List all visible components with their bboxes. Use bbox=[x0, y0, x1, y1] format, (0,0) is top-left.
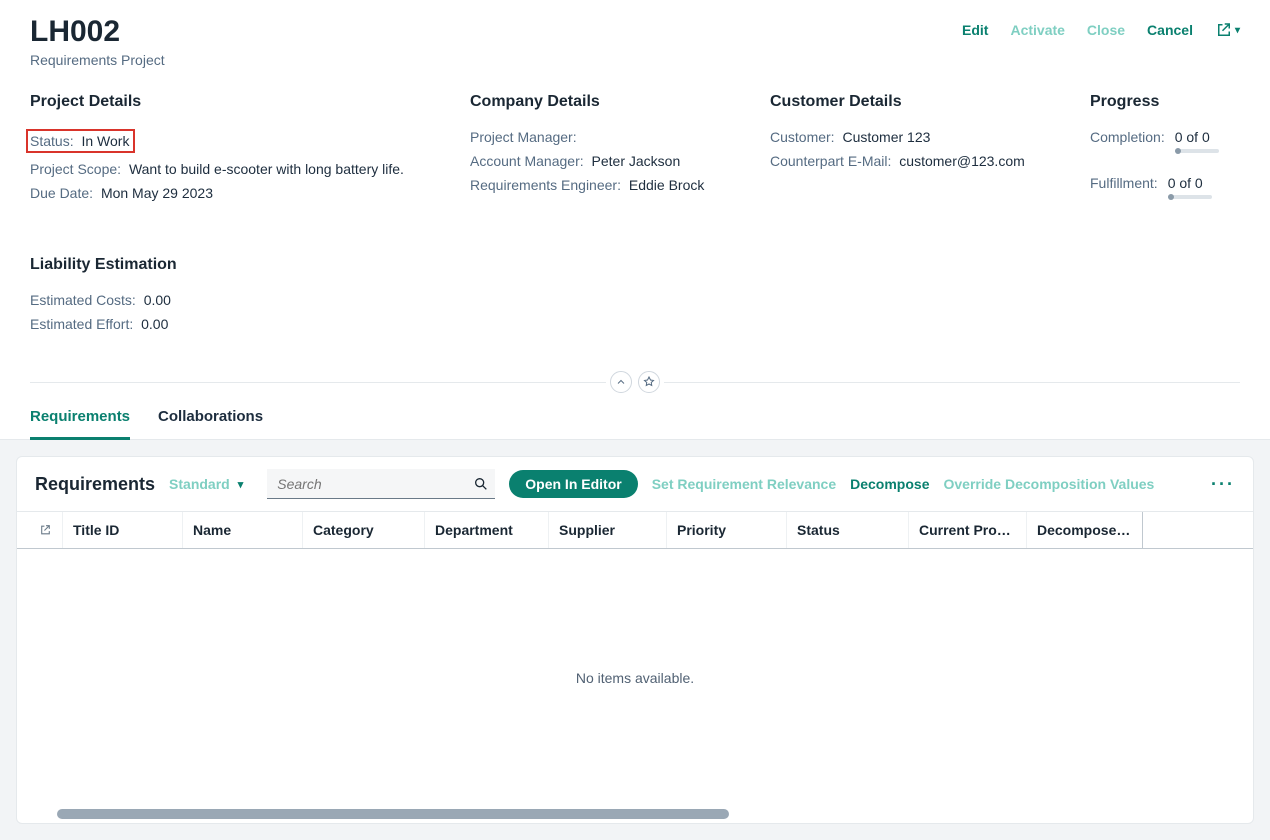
pin-button[interactable] bbox=[638, 371, 660, 393]
completion-label: Completion: bbox=[1090, 129, 1165, 145]
scope-value: Want to build e-scooter with long batter… bbox=[129, 161, 404, 177]
header-title-block: LH002 Requirements Project bbox=[30, 15, 165, 68]
tab-bar: Requirements Collaborations bbox=[0, 398, 1270, 440]
liability-title: Liability Estimation bbox=[30, 256, 1240, 274]
requirements-panel: Requirements Standard ▾ Open In Editor S… bbox=[16, 456, 1254, 824]
export-column-header[interactable] bbox=[29, 512, 63, 548]
costs-value: 0.00 bbox=[144, 292, 171, 308]
due-date-value: Mon May 29 2023 bbox=[101, 185, 213, 201]
col-supplier[interactable]: Supplier bbox=[549, 512, 667, 548]
table-body-empty: No items available. bbox=[17, 549, 1253, 807]
horizontal-scrollbar[interactable] bbox=[35, 807, 1235, 819]
share-button[interactable]: ▾ bbox=[1215, 21, 1240, 39]
status-label: Status: bbox=[30, 133, 74, 149]
customer-value: Customer 123 bbox=[842, 129, 930, 145]
table-header-row: Title ID Name Category Department Suppli… bbox=[17, 511, 1253, 549]
am-value: Peter Jackson bbox=[592, 153, 681, 169]
view-selector-label: Standard bbox=[169, 476, 230, 492]
share-icon bbox=[1215, 21, 1233, 39]
progress-title: Progress bbox=[1090, 93, 1240, 111]
liability-section: Liability Estimation Estimated Costs: 0.… bbox=[0, 256, 1270, 350]
fulfillment-value: 0 of 0 bbox=[1168, 175, 1203, 191]
re-value: Eddie Brock bbox=[629, 177, 704, 193]
fulfillment-bar bbox=[1168, 195, 1212, 199]
effort-value: 0.00 bbox=[141, 316, 168, 332]
chevron-up-icon bbox=[615, 376, 627, 388]
search-field-wrap bbox=[267, 469, 495, 499]
cancel-button[interactable]: Cancel bbox=[1147, 22, 1193, 38]
search-input[interactable] bbox=[267, 469, 495, 499]
panel-title: Requirements bbox=[35, 474, 155, 495]
open-in-editor-button[interactable]: Open In Editor bbox=[509, 470, 637, 498]
details-area: Project Details Status: In Work Project … bbox=[0, 73, 1270, 231]
customer-label: Customer: bbox=[770, 129, 835, 145]
page-header: LH002 Requirements Project Edit Activate… bbox=[0, 0, 1270, 73]
scrollbar-thumb[interactable] bbox=[57, 809, 729, 819]
object-title: LH002 bbox=[30, 15, 165, 48]
re-label: Requirements Engineer: bbox=[470, 177, 621, 193]
costs-label: Estimated Costs: bbox=[30, 292, 136, 308]
completion-value: 0 of 0 bbox=[1175, 129, 1210, 145]
chevron-down-icon: ▾ bbox=[1235, 25, 1240, 36]
company-details-section: Company Details Project Manager: Account… bbox=[470, 93, 730, 221]
project-details-section: Project Details Status: In Work Project … bbox=[30, 93, 430, 221]
fulfillment-label: Fulfillment: bbox=[1090, 175, 1158, 191]
am-label: Account Manager: bbox=[470, 153, 584, 169]
search-icon bbox=[473, 476, 489, 492]
col-status[interactable]: Status bbox=[787, 512, 909, 548]
col-department[interactable]: Department bbox=[425, 512, 549, 548]
effort-label: Estimated Effort: bbox=[30, 316, 133, 332]
project-details-title: Project Details bbox=[30, 93, 430, 111]
chevron-down-icon: ▾ bbox=[238, 478, 244, 491]
override-decomposition-button: Override Decomposition Values bbox=[943, 476, 1154, 492]
pm-label: Project Manager: bbox=[470, 129, 577, 145]
col-decomposer[interactable]: Decomposer … bbox=[1027, 512, 1143, 548]
email-value: customer@123.com bbox=[899, 153, 1024, 169]
company-details-title: Company Details bbox=[470, 93, 730, 111]
object-subtitle: Requirements Project bbox=[30, 52, 165, 68]
edit-button[interactable]: Edit bbox=[962, 22, 988, 38]
pin-icon bbox=[643, 376, 655, 388]
completion-bar bbox=[1175, 149, 1219, 153]
col-category[interactable]: Category bbox=[303, 512, 425, 548]
customer-details-title: Customer Details bbox=[770, 93, 1050, 111]
progress-section: Progress Completion: 0 of 0 Fulfillment:… bbox=[1090, 93, 1240, 221]
col-priority[interactable]: Priority bbox=[667, 512, 787, 548]
col-title-id[interactable]: Title ID bbox=[63, 512, 183, 548]
panel-header: Requirements Standard ▾ Open In Editor S… bbox=[17, 457, 1253, 511]
set-relevance-button: Set Requirement Relevance bbox=[652, 476, 836, 492]
tab-requirements[interactable]: Requirements bbox=[30, 398, 130, 440]
view-selector[interactable]: Standard ▾ bbox=[169, 476, 243, 492]
overflow-menu-button[interactable]: ··· bbox=[1211, 474, 1235, 495]
activate-button: Activate bbox=[1010, 22, 1064, 38]
empty-message: No items available. bbox=[576, 670, 694, 686]
decompose-button[interactable]: Decompose bbox=[850, 476, 929, 492]
close-button: Close bbox=[1087, 22, 1125, 38]
panel-area: Requirements Standard ▾ Open In Editor S… bbox=[0, 440, 1270, 840]
col-current-process[interactable]: Current Proce… bbox=[909, 512, 1027, 548]
collapse-divider bbox=[0, 370, 1270, 394]
email-label: Counterpart E-Mail: bbox=[770, 153, 891, 169]
export-icon bbox=[39, 523, 52, 537]
header-actions: Edit Activate Close Cancel ▾ bbox=[962, 15, 1240, 39]
tab-collaborations[interactable]: Collaborations bbox=[158, 398, 263, 440]
status-value: In Work bbox=[81, 133, 129, 149]
customer-details-section: Customer Details Customer: Customer 123 … bbox=[770, 93, 1050, 221]
status-highlight-box: Status: In Work bbox=[26, 129, 135, 153]
col-name[interactable]: Name bbox=[183, 512, 303, 548]
due-date-label: Due Date: bbox=[30, 185, 93, 201]
collapse-toggle-button[interactable] bbox=[610, 371, 632, 393]
scope-label: Project Scope: bbox=[30, 161, 121, 177]
